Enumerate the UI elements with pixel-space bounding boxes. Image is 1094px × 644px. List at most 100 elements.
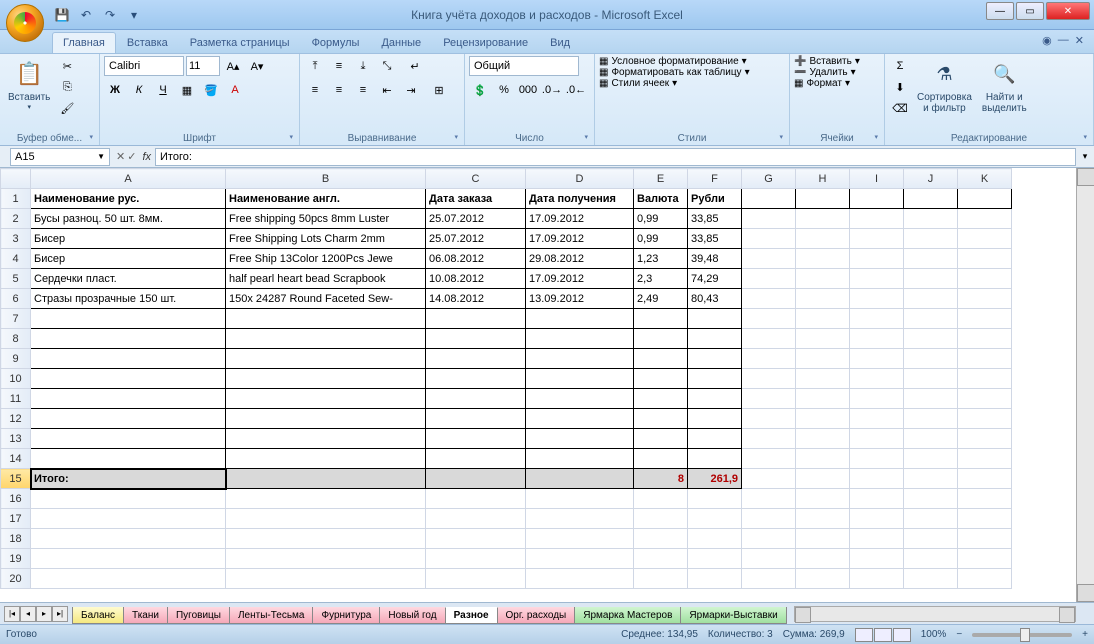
- cell-B3[interactable]: Free Shipping Lots Charm 2mm: [226, 229, 426, 249]
- save-icon[interactable]: 💾: [52, 5, 72, 25]
- cell-C1[interactable]: Дата заказа: [426, 189, 526, 209]
- cell-B9[interactable]: [226, 349, 426, 369]
- cell-A1[interactable]: Наименование рус.: [31, 189, 226, 209]
- cell-B8[interactable]: [226, 329, 426, 349]
- cell-D16[interactable]: [526, 489, 634, 509]
- cell-C3[interactable]: 25.07.2012: [426, 229, 526, 249]
- align-left-icon[interactable]: ≡: [304, 80, 326, 100]
- format-painter-icon[interactable]: 🖌: [56, 98, 78, 118]
- cell-H5[interactable]: [796, 269, 850, 289]
- cell-A15[interactable]: Итого:: [31, 469, 226, 489]
- row-header-16[interactable]: 16: [1, 489, 31, 509]
- cell-C5[interactable]: 10.08.2012: [426, 269, 526, 289]
- cell-B13[interactable]: [226, 429, 426, 449]
- sheet-tab-Ярмарка Мастеров[interactable]: Ярмарка Мастеров: [574, 607, 681, 624]
- cell-I9[interactable]: [850, 349, 904, 369]
- insert-cells-button[interactable]: ➕Вставить ▾: [794, 56, 860, 67]
- cell-D8[interactable]: [526, 329, 634, 349]
- col-header-G[interactable]: G: [742, 169, 796, 189]
- sheet-tab-Баланс[interactable]: Баланс: [72, 607, 124, 624]
- page-layout-view-icon[interactable]: [874, 628, 892, 642]
- cell-B7[interactable]: [226, 309, 426, 329]
- cell-E13[interactable]: [634, 429, 688, 449]
- cell-K13[interactable]: [958, 429, 1012, 449]
- cell-K6[interactable]: [958, 289, 1012, 309]
- cell-D6[interactable]: 13.09.2012: [526, 289, 634, 309]
- cell-H14[interactable]: [796, 449, 850, 469]
- cell-A3[interactable]: Бисер: [31, 229, 226, 249]
- cell-A13[interactable]: [31, 429, 226, 449]
- cell-I3[interactable]: [850, 229, 904, 249]
- maximize-button[interactable]: ▭: [1016, 2, 1044, 20]
- cell-B16[interactable]: [226, 489, 426, 509]
- cell-A7[interactable]: [31, 309, 226, 329]
- cell-I1[interactable]: [850, 189, 904, 209]
- cell-J12[interactable]: [904, 409, 958, 429]
- vertical-scrollbar[interactable]: [1076, 168, 1094, 602]
- cell-A5[interactable]: Сердечки пласт.: [31, 269, 226, 289]
- font-color-icon[interactable]: A: [224, 80, 246, 100]
- cell-B1[interactable]: Наименование англ.: [226, 189, 426, 209]
- cell-K10[interactable]: [958, 369, 1012, 389]
- cell-F5[interactable]: 74,29: [688, 269, 742, 289]
- cell-B17[interactable]: [226, 509, 426, 529]
- cell-I15[interactable]: [850, 469, 904, 489]
- cell-E8[interactable]: [634, 329, 688, 349]
- col-header-A[interactable]: A: [31, 169, 226, 189]
- cell-D18[interactable]: [526, 529, 634, 549]
- cell-E19[interactable]: [634, 549, 688, 569]
- cell-E12[interactable]: [634, 409, 688, 429]
- shrink-font-icon[interactable]: A▾: [246, 56, 268, 76]
- cell-D13[interactable]: [526, 429, 634, 449]
- cell-B18[interactable]: [226, 529, 426, 549]
- bold-button[interactable]: Ж: [104, 80, 126, 100]
- cell-H12[interactable]: [796, 409, 850, 429]
- font-name-combo[interactable]: [104, 56, 184, 76]
- cell-E20[interactable]: [634, 569, 688, 589]
- cell-H16[interactable]: [796, 489, 850, 509]
- sheet-tab-Ярмарки-Выставки[interactable]: Ярмарки-Выставки: [680, 607, 786, 624]
- cell-D7[interactable]: [526, 309, 634, 329]
- row-header-5[interactable]: 5: [1, 269, 31, 289]
- fill-icon[interactable]: ⬇: [889, 77, 911, 97]
- sheet-nav-last-icon[interactable]: ▸|: [52, 606, 68, 622]
- cell-I4[interactable]: [850, 249, 904, 269]
- cell-B15[interactable]: [226, 469, 426, 489]
- cell-C13[interactable]: [426, 429, 526, 449]
- expand-formula-icon[interactable]: ▾: [1076, 151, 1094, 162]
- qat-more-icon[interactable]: ▾: [124, 5, 144, 25]
- cell-A9[interactable]: [31, 349, 226, 369]
- cell-K19[interactable]: [958, 549, 1012, 569]
- cell-F11[interactable]: [688, 389, 742, 409]
- cell-C19[interactable]: [426, 549, 526, 569]
- copy-icon[interactable]: ⎘: [56, 77, 78, 97]
- cell-E10[interactable]: [634, 369, 688, 389]
- cell-C14[interactable]: [426, 449, 526, 469]
- row-header-9[interactable]: 9: [1, 349, 31, 369]
- cell-G12[interactable]: [742, 409, 796, 429]
- cell-I17[interactable]: [850, 509, 904, 529]
- cell-G13[interactable]: [742, 429, 796, 449]
- cell-C8[interactable]: [426, 329, 526, 349]
- increase-indent-icon[interactable]: ⇥: [400, 80, 422, 100]
- cell-G6[interactable]: [742, 289, 796, 309]
- page-break-view-icon[interactable]: [893, 628, 911, 642]
- cell-I5[interactable]: [850, 269, 904, 289]
- paste-button[interactable]: 📋 Вставить ▾: [4, 56, 54, 113]
- row-header-18[interactable]: 18: [1, 529, 31, 549]
- cell-E2[interactable]: 0,99: [634, 209, 688, 229]
- cell-C11[interactable]: [426, 389, 526, 409]
- cell-J2[interactable]: [904, 209, 958, 229]
- cell-F15[interactable]: 261,9: [688, 469, 742, 489]
- ribbon-tab-6[interactable]: Вид: [539, 32, 581, 53]
- cell-K4[interactable]: [958, 249, 1012, 269]
- cell-H6[interactable]: [796, 289, 850, 309]
- cell-F18[interactable]: [688, 529, 742, 549]
- office-button[interactable]: [6, 4, 44, 42]
- ribbon-tab-0[interactable]: Главная: [52, 32, 116, 53]
- row-header-17[interactable]: 17: [1, 509, 31, 529]
- cell-I2[interactable]: [850, 209, 904, 229]
- cell-E15[interactable]: 8: [634, 469, 688, 489]
- cell-A18[interactable]: [31, 529, 226, 549]
- row-header-1[interactable]: 1: [1, 189, 31, 209]
